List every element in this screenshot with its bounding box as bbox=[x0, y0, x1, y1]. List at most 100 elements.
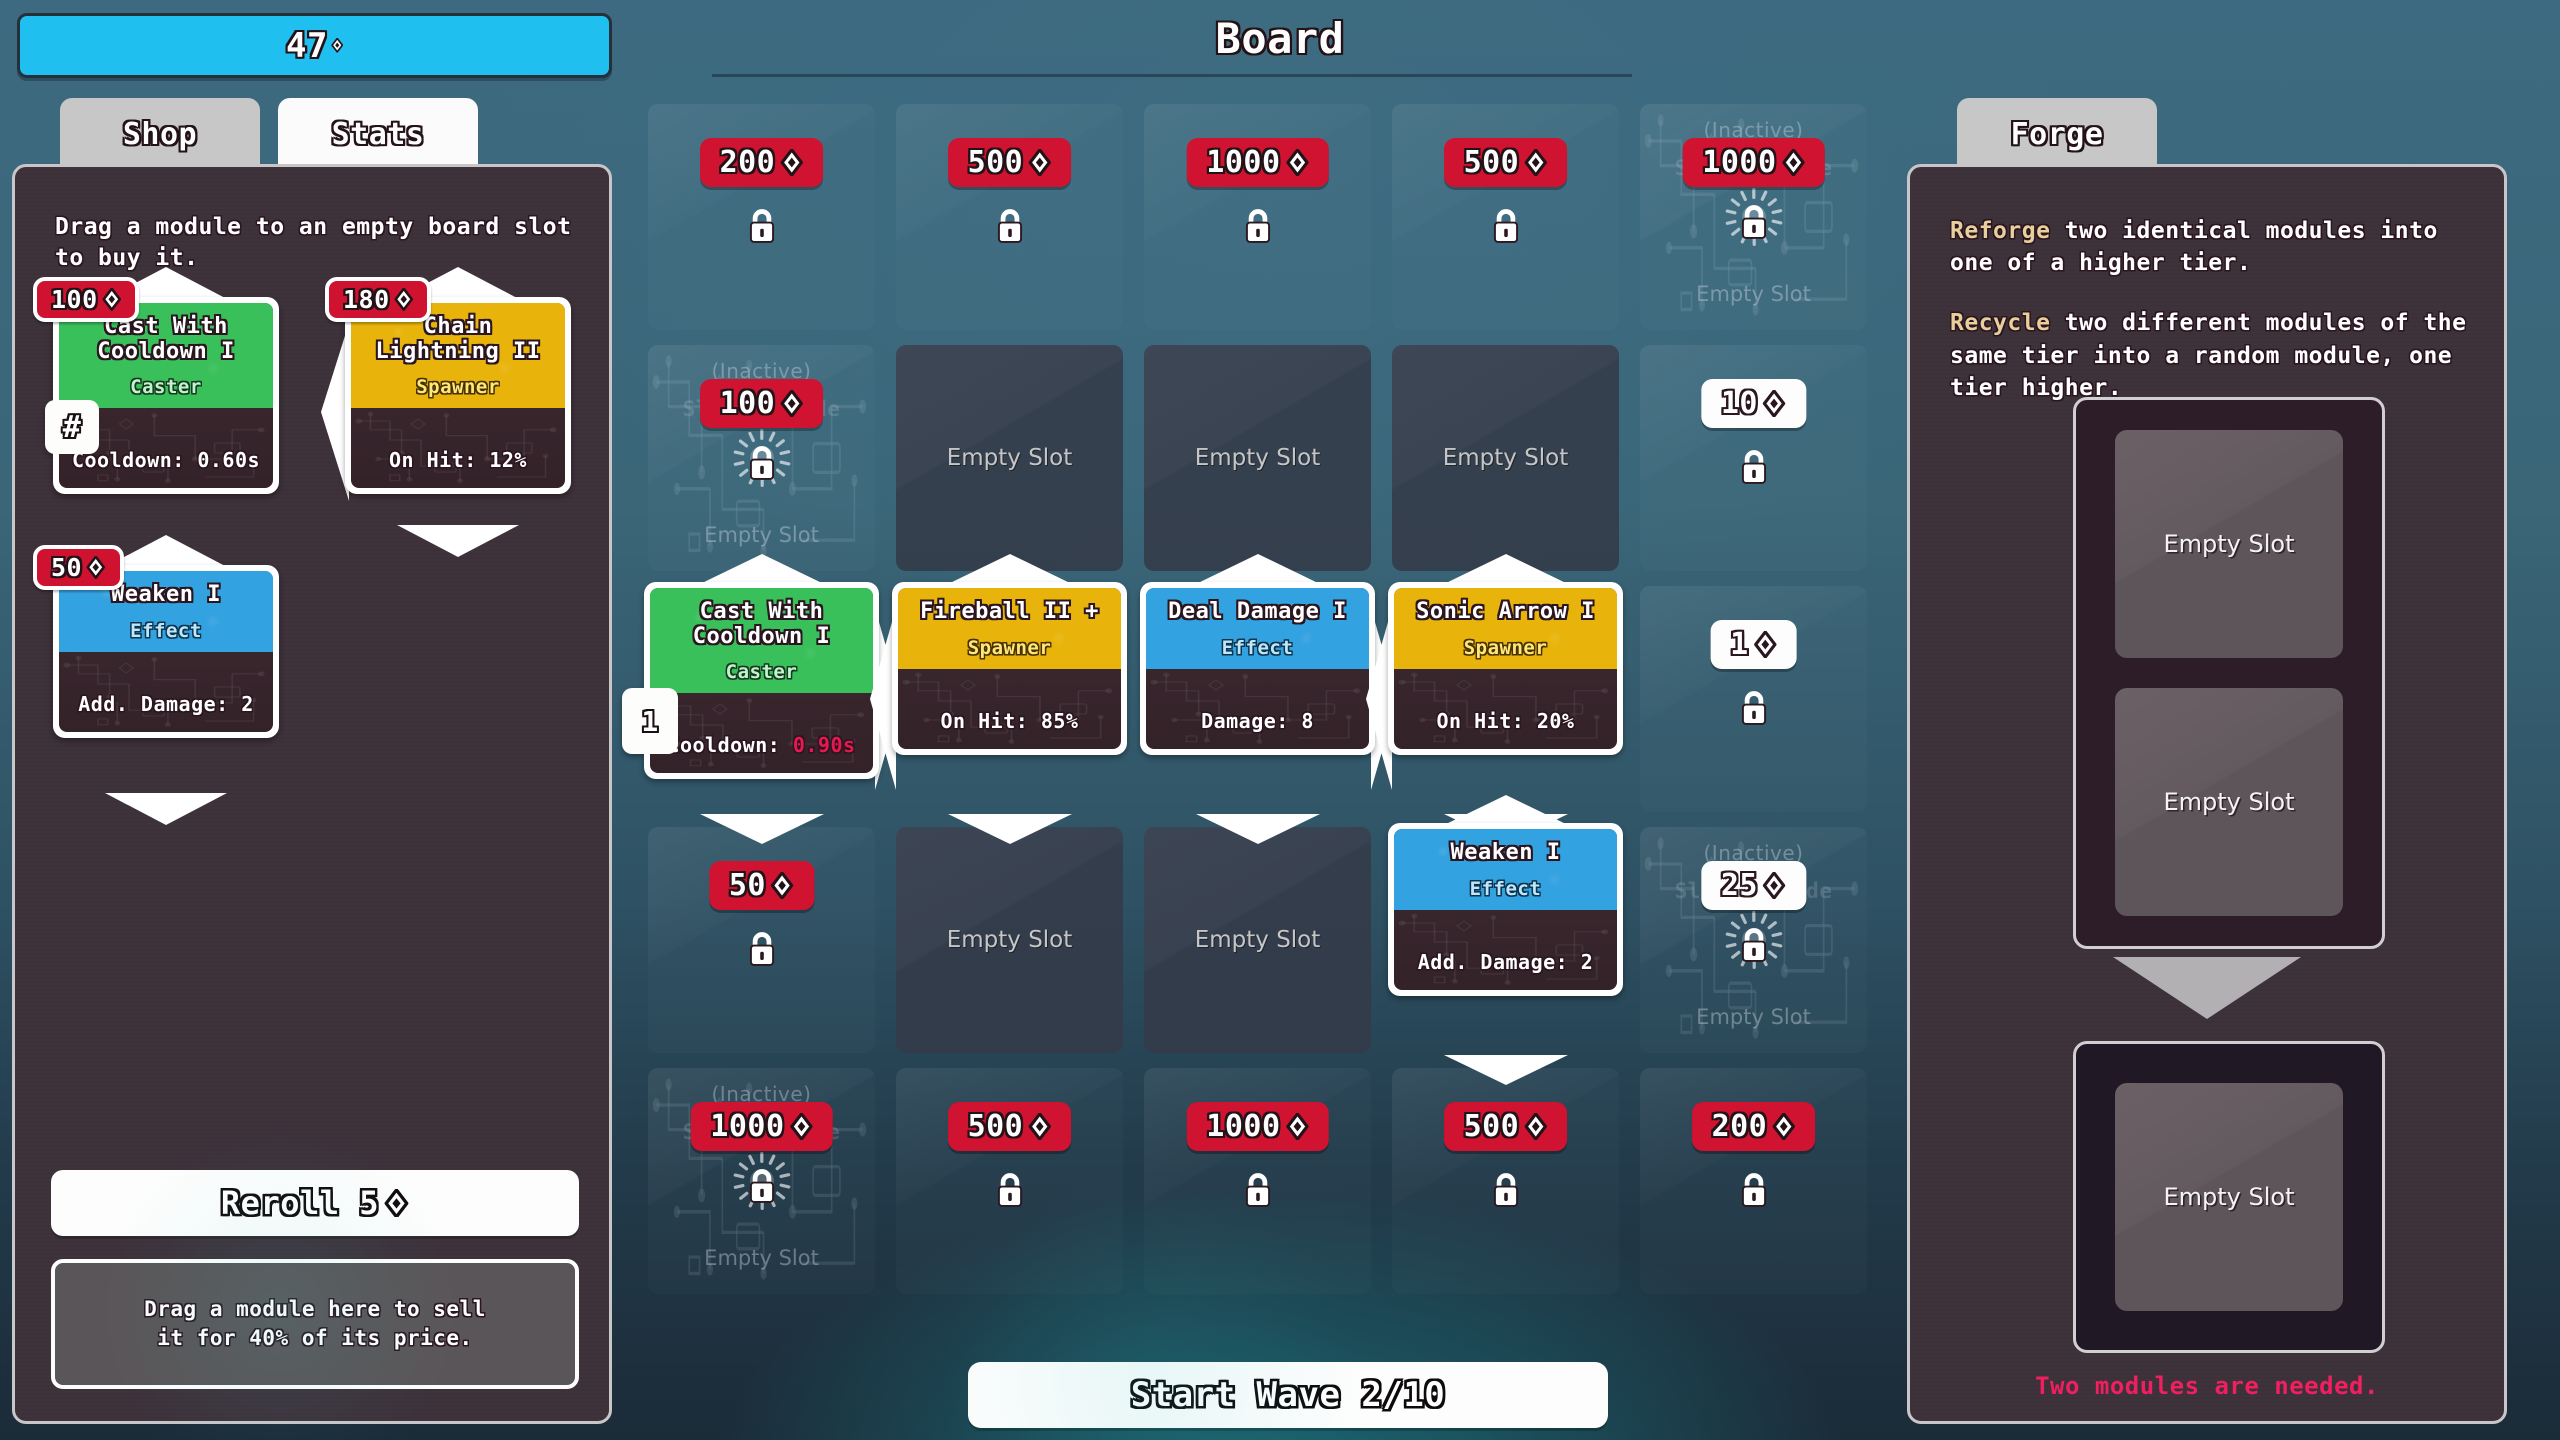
board-cell: Cast With Cooldown I Caster Cooldown: 0.90… bbox=[622, 554, 901, 844]
module-card-body: Cooldown: 0.90s bbox=[650, 693, 873, 773]
slot-unlock-price[interactable]: 10 bbox=[1700, 379, 1807, 428]
forge-keyword-recycle: Recycle bbox=[1950, 310, 2051, 337]
tab-forge[interactable]: Forge bbox=[1957, 98, 2157, 170]
empty-slot-label: Empty Slot bbox=[1194, 927, 1321, 953]
slot-unlock-price[interactable]: 1000 bbox=[690, 1102, 833, 1151]
shop-card-price: 180 bbox=[325, 277, 432, 322]
lock-icon bbox=[1241, 208, 1275, 244]
board-cell: Empty Slot bbox=[896, 827, 1123, 1053]
slot-unlock-price[interactable]: 500 bbox=[947, 138, 1072, 187]
board-empty-slot[interactable]: Empty Slot bbox=[1144, 827, 1371, 1053]
forge-result-slot[interactable]: Empty Slot bbox=[2115, 1083, 2343, 1311]
start-wave-label: Start Wave 2/10 bbox=[1130, 1375, 1446, 1415]
board-cell: 10 bbox=[1640, 345, 1867, 571]
board-module-slot[interactable]: Sonic Arrow I Spawner On Hit: 20% bbox=[1366, 554, 1623, 844]
slot-unlock-price[interactable]: 500 bbox=[1443, 138, 1568, 187]
gem-icon bbox=[1772, 1113, 1795, 1140]
board-empty-slot[interactable]: Empty Slot bbox=[1392, 345, 1619, 571]
module-card-inner: Weaken I Effect Add. Damage: 2 bbox=[1394, 829, 1617, 990]
module-type: Caster bbox=[130, 376, 202, 399]
tab-stats-label: Stats bbox=[331, 116, 425, 152]
shop-card-slot[interactable]: Cast With Cooldown I Caster Cooldown: 0.60… bbox=[33, 267, 279, 527]
module-card[interactable]: Sonic Arrow I Spawner On Hit: 20% bbox=[1388, 582, 1623, 755]
board-divider bbox=[712, 74, 1632, 77]
module-card-inner: Sonic Arrow I Spawner On Hit: 20% bbox=[1394, 588, 1617, 749]
forge-desc-reforge: Reforge two identical modules into one o… bbox=[1950, 215, 2470, 279]
lock-icon bbox=[1737, 449, 1771, 485]
forge-input-slot-1[interactable]: Empty Slot bbox=[2115, 430, 2343, 658]
board-empty-slot[interactable]: Empty Slot bbox=[896, 827, 1123, 1053]
shop-card-slot[interactable]: Weaken I Effect Add. Damage: 2 50 bbox=[33, 535, 279, 825]
slot-unlock-price[interactable]: 1000 bbox=[1186, 1102, 1329, 1151]
slot-unlock-price[interactable]: 1000 bbox=[1186, 138, 1329, 187]
module-card-inner: Weaken I Effect Add. Damage: 2 bbox=[59, 571, 273, 732]
board-module-slot[interactable]: Cast With Cooldown I Caster Cooldown: 0.90… bbox=[622, 554, 901, 844]
gem-icon bbox=[771, 872, 794, 899]
slot-unlock-price[interactable]: 50 bbox=[708, 861, 815, 910]
board-cell: 500 bbox=[1392, 1068, 1619, 1294]
slot-unlock-price[interactable]: 200 bbox=[1691, 1102, 1816, 1151]
sell-dropzone[interactable]: Drag a module here to sell it for 40% of… bbox=[51, 1259, 579, 1389]
gem-icon bbox=[1763, 390, 1786, 417]
module-card-inner: Cast With Cooldown I Caster Cooldown: 0.60… bbox=[59, 303, 273, 489]
board-title-label: Board bbox=[1215, 14, 1345, 63]
module-type: Spawner bbox=[1463, 636, 1548, 659]
empty-slot-label: Empty Slot bbox=[704, 1246, 819, 1270]
board-cell: (Inactive)Slot UpgradeEmpty Slot100 bbox=[648, 345, 875, 571]
empty-slot-label: Empty Slot bbox=[946, 445, 1073, 471]
module-card[interactable]: Weaken I Effect Add. Damage: 2 bbox=[1388, 823, 1623, 996]
gem-icon bbox=[1753, 631, 1777, 658]
module-card-inner: Cast With Cooldown I Caster Cooldown: 0.90… bbox=[650, 588, 873, 774]
board-cell: Empty Slot bbox=[1144, 827, 1371, 1053]
board-module-slot[interactable]: Deal Damage I Effect Damage: 8 bbox=[1140, 554, 1397, 844]
slot-unlock-price[interactable]: 500 bbox=[1443, 1102, 1568, 1151]
module-card[interactable]: Cast With Cooldown I Caster Cooldown: 0.90… bbox=[622, 582, 879, 780]
shop-card-slot[interactable]: Chain Lightning II Spawner On Hit: 12% 180 bbox=[321, 267, 571, 557]
module-type: Spawner bbox=[416, 376, 500, 399]
slot-unlock-price[interactable]: 1 bbox=[1710, 620, 1797, 669]
module-card-inner: Deal Damage I Effect Damage: 8 bbox=[1146, 588, 1369, 749]
start-wave-button[interactable]: Start Wave 2/10 bbox=[968, 1362, 1608, 1428]
tab-shop[interactable]: Shop bbox=[60, 98, 260, 170]
module-title: Weaken I bbox=[1450, 840, 1561, 865]
lock-icon bbox=[1241, 1172, 1275, 1208]
module-card-body: On Hit: 20% bbox=[1394, 669, 1617, 749]
module-card[interactable]: Weaken I Effect Add. Damage: 2 bbox=[53, 565, 279, 738]
module-card[interactable]: Deal Damage I Effect Damage: 8 bbox=[1140, 582, 1375, 755]
module-index-badge: 1 bbox=[622, 688, 678, 754]
slot-unlock-price[interactable]: 1000 bbox=[1682, 138, 1825, 187]
slot-unlock-price[interactable]: 100 bbox=[699, 379, 824, 428]
shop-panel: Drag a module to an empty board slot to … bbox=[12, 164, 612, 1424]
board-empty-slot[interactable]: Empty Slot bbox=[896, 345, 1123, 571]
gem-icon bbox=[102, 288, 122, 311]
module-title: Chain Lightning II bbox=[375, 314, 541, 364]
board-cell: 500 bbox=[1392, 104, 1619, 330]
module-title: Sonic Arrow I bbox=[1416, 599, 1595, 624]
slot-unlock-price[interactable]: 25 bbox=[1700, 861, 1807, 910]
board-module-slot[interactable]: Fireball II + Spawner On Hit: 85% bbox=[870, 554, 1127, 844]
module-card[interactable]: Fireball II + Spawner On Hit: 85% bbox=[892, 582, 1127, 755]
module-card[interactable]: Cast With Cooldown I Caster Cooldown: 0.60… bbox=[45, 297, 279, 495]
slot-unlock-price[interactable]: 500 bbox=[947, 1102, 1072, 1151]
gem-icon bbox=[1763, 872, 1786, 899]
tab-stats[interactable]: Stats bbox=[278, 98, 478, 170]
reroll-button[interactable]: Reroll 5 bbox=[51, 1170, 579, 1236]
slot-unlock-price[interactable]: 200 bbox=[699, 138, 824, 187]
board-empty-slot[interactable]: Empty Slot bbox=[1144, 345, 1371, 571]
module-card-body: Damage: 8 bbox=[1146, 669, 1369, 749]
card-banner-wing bbox=[105, 793, 227, 825]
lock-icon bbox=[1737, 1172, 1771, 1208]
tab-shop-label: Shop bbox=[122, 116, 198, 152]
forge-panel: Reforge two identical modules into one o… bbox=[1907, 164, 2507, 1424]
gem-icon bbox=[1781, 149, 1805, 176]
board-cell: 1000 bbox=[1144, 104, 1371, 330]
gem-icon bbox=[1285, 149, 1309, 176]
forge-input-container: Empty Slot Empty Slot bbox=[2073, 397, 2385, 949]
forge-keyword-reforge: Reforge bbox=[1950, 218, 2051, 244]
gem-icon bbox=[789, 1113, 813, 1140]
forge-input-slot-2[interactable]: Empty Slot bbox=[2115, 688, 2343, 916]
sell-zone-line-2: it for 40% of its price. bbox=[157, 1326, 473, 1350]
module-card[interactable]: Chain Lightning II Spawner On Hit: 12% bbox=[345, 297, 571, 495]
board-module-slot[interactable]: Weaken I Effect Add. Damage: 2 bbox=[1388, 795, 1623, 1085]
module-title: Cast With Cooldown I bbox=[692, 599, 831, 649]
